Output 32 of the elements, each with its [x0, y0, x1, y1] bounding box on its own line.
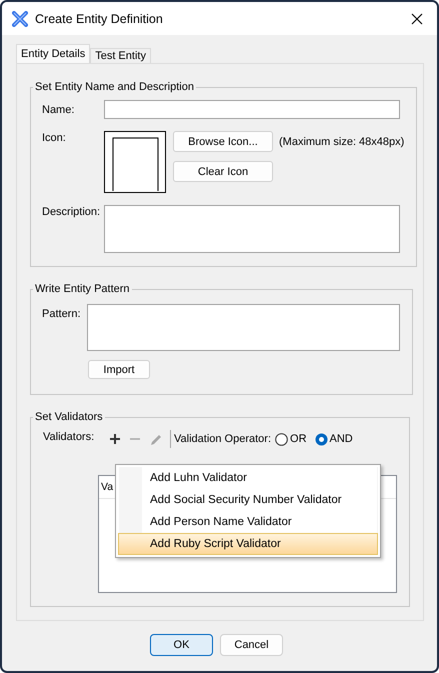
menu-item[interactable]: Add Ruby Script Validator	[118, 533, 378, 555]
name-field[interactable]	[104, 100, 400, 119]
clear-icon-button[interactable]: Clear Icon	[173, 161, 273, 182]
tab[interactable]: Entity Details	[16, 44, 90, 63]
validators-label: Validators:	[43, 430, 96, 444]
radio-button[interactable]	[314, 432, 328, 446]
menu-item[interactable]: Add Social Security Number Validator	[118, 489, 378, 511]
import-button[interactable]: Import	[88, 360, 150, 379]
radio-label: OR	[290, 433, 307, 445]
radio-label: AND	[330, 433, 353, 445]
group-title: Set Validators	[34, 410, 104, 424]
size-hint: (Maximum size: 48x48px)	[279, 136, 404, 148]
browse-icon-button[interactable]: Browse Icon...	[173, 131, 273, 152]
group-title: Write Entity Pattern	[34, 282, 131, 296]
app-icon	[12, 10, 28, 26]
group-title: Set Entity Name and Description	[34, 80, 195, 94]
icon-label: Icon:	[42, 131, 67, 146]
column-header[interactable]: Va	[101, 481, 114, 493]
menu-item[interactable]: Add Luhn Validator	[118, 467, 378, 489]
pattern-label: Pattern:	[42, 307, 82, 322]
pattern-field[interactable]	[87, 304, 400, 351]
dialog-button[interactable]: Cancel	[220, 634, 283, 656]
window-title: Create Entity Definition	[35, 12, 164, 26]
radio-button[interactable]	[275, 432, 288, 446]
description-label: Description:	[42, 205, 102, 220]
operator-label: Validation Operator:	[174, 433, 272, 445]
add-icon[interactable]	[109, 432, 121, 446]
menu-item[interactable]: Add Person Name Validator	[118, 511, 378, 533]
description-field[interactable]	[104, 205, 400, 253]
tab[interactable]: Test Entity	[90, 48, 151, 63]
name-label: Name:	[42, 102, 76, 116]
dialog-button[interactable]: OK	[150, 634, 213, 656]
